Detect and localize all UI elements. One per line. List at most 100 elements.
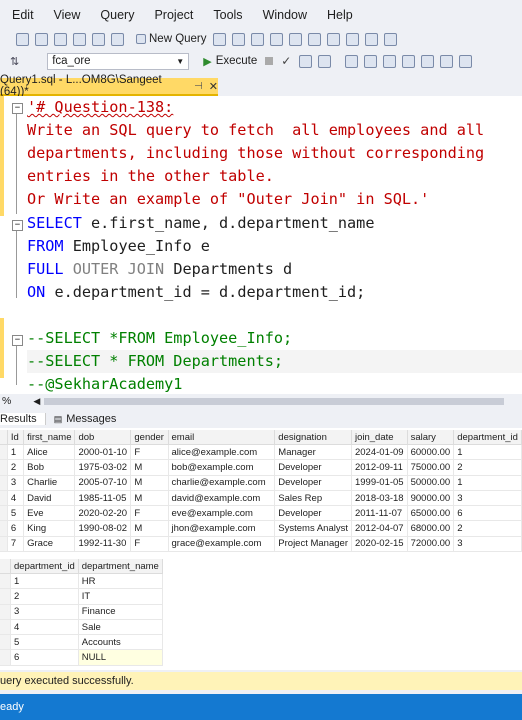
department-row[interactable]: 5 Accounts [0, 634, 163, 651]
employee-cell[interactable]: 1992-11-30 [74, 536, 132, 553]
employee-column-header[interactable]: designation [274, 430, 352, 445]
employee-cell[interactable]: 7 [7, 536, 25, 553]
redo-icon[interactable] [364, 32, 378, 46]
employee-cell[interactable]: 60000.00 [407, 444, 455, 461]
employee-cell[interactable]: 1975-03-02 [74, 459, 132, 476]
employee-cell[interactable]: Eve [23, 505, 76, 522]
xmla-icon[interactable] [250, 32, 264, 46]
employee-cell[interactable]: 1 [453, 444, 522, 461]
department-cell[interactable]: IT [78, 588, 163, 605]
employee-column-header[interactable]: dob [74, 430, 132, 445]
menu-query[interactable]: Query [100, 8, 134, 22]
department-row-number[interactable] [0, 619, 11, 636]
employee-cell[interactable]: 2011-11-07 [351, 505, 408, 522]
department-cell[interactable]: Sale [78, 619, 163, 636]
employee-cell[interactable]: Developer [274, 505, 352, 522]
employee-cell[interactable]: 1 [7, 444, 25, 461]
employee-cell[interactable]: Bob [23, 459, 76, 476]
employee-cell[interactable]: charlie@example.com [168, 475, 276, 491]
department-column-header[interactable]: department_name [78, 559, 163, 574]
employee-row[interactable]: 3 Charlie 2005-07-10 Mcharlie@example.com De… [0, 475, 522, 491]
dmx-icon[interactable] [231, 32, 245, 46]
forward-icon[interactable] [35, 32, 48, 46]
employee-cell[interactable]: 2012-04-07 [351, 520, 408, 537]
employee-cell[interactable]: Charlie [23, 475, 76, 491]
employee-cell[interactable]: 6 [453, 505, 522, 522]
employee-cell[interactable]: 2 [453, 520, 522, 537]
department-row-number[interactable] [0, 573, 11, 590]
paste-icon[interactable] [326, 32, 340, 46]
employee-column-header[interactable]: Id [7, 430, 25, 445]
employee-cell[interactable]: Grace [23, 536, 76, 553]
employee-cell[interactable]: 2 [7, 459, 25, 476]
employee-row-number[interactable] [0, 536, 8, 553]
employee-cell[interactable]: King [23, 520, 76, 537]
open-file-icon[interactable] [73, 32, 86, 46]
menu-project[interactable]: Project [154, 8, 193, 22]
back-icon[interactable] [16, 32, 29, 46]
new-project-icon[interactable] [54, 32, 67, 46]
department-cell[interactable]: HR [78, 573, 163, 590]
employee-row-number[interactable] [0, 444, 8, 461]
fold-toggle-icon[interactable]: − [12, 220, 23, 231]
department-row-number[interactable] [0, 604, 11, 620]
employee-row-number[interactable] [0, 490, 8, 507]
employee-column-header[interactable]: first_name [23, 430, 76, 445]
employee-cell[interactable]: Developer [274, 475, 352, 491]
employee-cell[interactable]: 75000.00 [407, 459, 455, 476]
new-query-button[interactable]: New Query [136, 33, 207, 45]
connect-icon[interactable]: ⇅ [10, 55, 19, 68]
employee-cell[interactable]: Systems Analyst [274, 520, 352, 537]
copy-icon[interactable] [307, 32, 321, 46]
department-cell[interactable]: 4 [10, 619, 79, 636]
employee-cell[interactable]: 68000.00 [407, 520, 455, 537]
employee-column-header[interactable]: join_date [351, 430, 408, 445]
execute-button[interactable]: ▶ Execute [203, 55, 257, 68]
estimated-plan-icon[interactable] [299, 54, 313, 68]
department-cell[interactable]: 2 [10, 588, 79, 605]
employee-cell[interactable]: M [130, 490, 169, 507]
parse-icon[interactable]: ✓ [281, 54, 291, 68]
department-row[interactable]: 4 Sale [0, 619, 163, 636]
close-icon[interactable]: ✕ [209, 80, 218, 93]
employee-cell[interactable]: jhon@example.com [168, 520, 276, 537]
employee-cell[interactable]: 65000.00 [407, 505, 455, 522]
employee-cell[interactable]: 1999-01-05 [351, 475, 408, 491]
scrollbar-thumb[interactable] [44, 397, 505, 405]
fold-toggle-icon[interactable]: − [12, 335, 23, 346]
employee-cell[interactable]: david@example.com [168, 490, 276, 507]
intellisense-icon[interactable] [364, 54, 378, 68]
department-row-number[interactable] [0, 588, 11, 605]
employee-cell[interactable]: 50000.00 [407, 475, 455, 491]
department-column-header[interactable]: department_id [10, 559, 79, 574]
sql-editor[interactable]: − '# Question-138: Write an SQL query to… [0, 96, 522, 394]
employee-row[interactable]: 1 Alice 2000-01-10 Falice@example.com Manage… [0, 444, 522, 461]
employee-cell[interactable]: 2012-09-11 [351, 459, 408, 476]
tab-messages[interactable]: Messages [66, 413, 116, 425]
employee-cell[interactable]: 1990-08-02 [74, 520, 132, 537]
department-row[interactable]: 6 NULL [0, 649, 163, 666]
employee-cell[interactable]: 2000-01-10 [74, 444, 132, 461]
department-cell[interactable]: 3 [10, 604, 79, 620]
stop-icon[interactable] [265, 57, 274, 65]
employee-cell[interactable]: Alice [23, 444, 76, 461]
employee-cell[interactable]: 2018-03-18 [351, 490, 408, 507]
employee-row[interactable]: 2 Bob 1975-03-02 Mbob@example.com Developer 2… [0, 459, 522, 476]
employee-cell[interactable]: 5 [7, 505, 25, 522]
query-options-icon[interactable] [345, 54, 359, 68]
employee-cell[interactable]: 2020-02-20 [74, 505, 132, 522]
employee-row-number[interactable] [0, 459, 8, 476]
employee-cell[interactable]: M [130, 475, 169, 491]
employee-cell[interactable]: 90000.00 [407, 490, 455, 507]
employee-cell[interactable]: 2 [453, 459, 522, 476]
menu-help[interactable]: Help [327, 8, 353, 22]
employee-cell[interactable]: 72000.00 [407, 536, 455, 553]
department-cell[interactable]: 5 [10, 634, 79, 651]
menu-view[interactable]: View [54, 8, 81, 22]
employee-cell[interactable]: Project Manager [274, 536, 352, 553]
employee-cell[interactable]: Sales Rep [274, 490, 352, 507]
department-row[interactable]: 3 Finance [0, 604, 163, 620]
cut-icon[interactable] [288, 32, 302, 46]
employee-column-header[interactable]: department_id [453, 430, 522, 445]
employee-row[interactable]: 7 Grace 1992-11-30 Fgrace@example.com Projec… [0, 536, 522, 553]
